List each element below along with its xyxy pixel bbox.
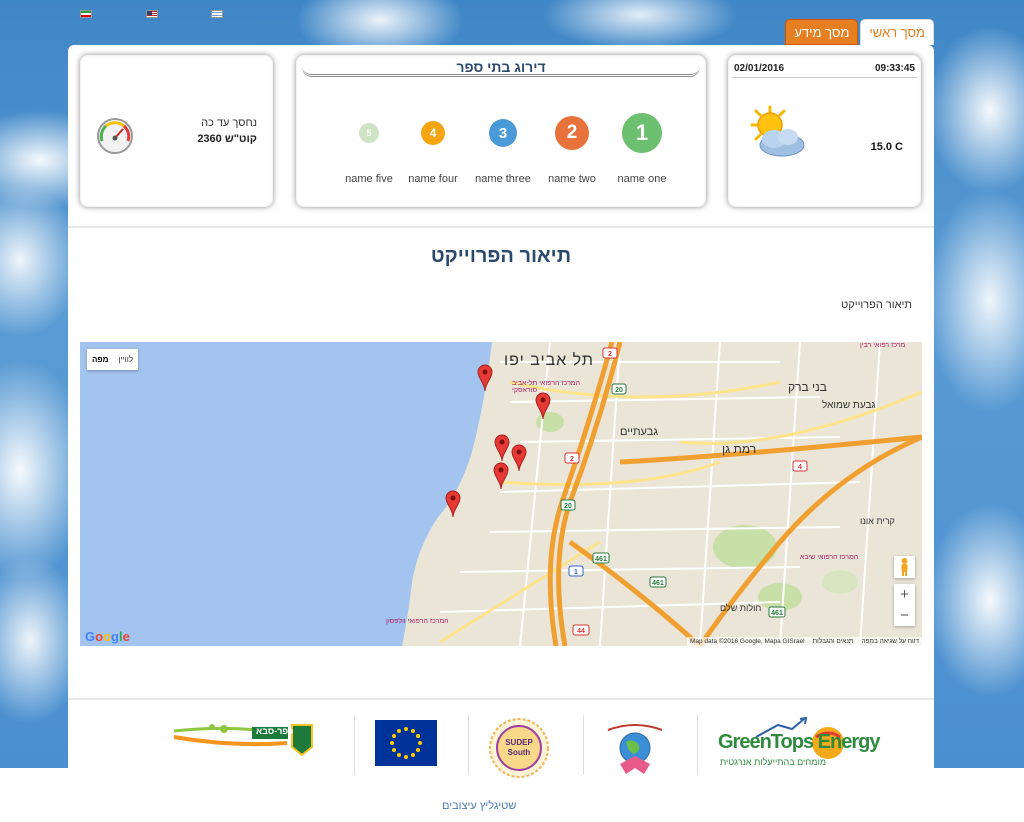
school-marker[interactable] xyxy=(477,364,493,392)
logo-separator xyxy=(583,715,584,775)
savings-value: 2360 קוט"ש xyxy=(197,133,257,145)
rank-badge: 3 xyxy=(489,119,517,147)
flag-iran-icon[interactable] xyxy=(80,10,92,18)
svg-text:461: 461 xyxy=(771,610,783,617)
map-type-map-button[interactable]: מפה xyxy=(87,349,113,370)
divider xyxy=(68,698,934,700)
weather-date: 02/01/2016 xyxy=(734,63,785,74)
eu-flag-logo xyxy=(375,720,437,766)
map-terms-link[interactable]: תנאים והגבלות xyxy=(813,638,854,645)
kfar-saba-logo: כפר-סבא xyxy=(172,717,314,761)
logo-separator xyxy=(697,715,698,775)
ranking-item: 3 name three xyxy=(463,113,543,185)
tab-info-screen[interactable]: מסך מידע xyxy=(785,19,859,45)
screen-tabs: מסך מידע מסך ראשי xyxy=(785,19,934,45)
school-marker[interactable] xyxy=(511,444,527,472)
school-marker[interactable] xyxy=(535,392,551,420)
sudep-south-logo: SUDEP South xyxy=(488,718,550,778)
map-label-sheba: המרכז הרפואי שיבא xyxy=(800,554,859,561)
svg-text:20: 20 xyxy=(564,503,572,510)
logo-separator xyxy=(468,715,469,775)
ranking-item: 1 name one xyxy=(602,113,682,185)
svg-text:2: 2 xyxy=(608,351,612,358)
weather-panel: 02/01/2016 09:33:45 15.0 C xyxy=(728,55,921,207)
rank-badge: 5 xyxy=(359,123,379,143)
google-logo: Google xyxy=(85,629,130,644)
svg-text:2: 2 xyxy=(570,456,574,463)
svg-text:4: 4 xyxy=(798,464,802,471)
rank-badge: 2 xyxy=(555,116,589,150)
designer-credit-link[interactable]: שטיגליץ עיצובים xyxy=(442,800,516,812)
school-marker[interactable] xyxy=(493,462,509,490)
school-name: name two xyxy=(548,173,596,185)
divider xyxy=(732,77,917,78)
map-label-givat-shmuel: גבעת שמואל xyxy=(822,400,876,411)
greentops-logo: GreenTops Energy מומחים בהתייעלות אנרגטי… xyxy=(716,717,880,773)
divider xyxy=(68,226,934,228)
map-label-tel-aviv: תל אביב יפו xyxy=(504,352,594,369)
eu-flag-icon xyxy=(390,727,422,759)
school-ranking-panel: דירוג בתי ספר 1 name one 2 name two 3 na… xyxy=(296,55,706,207)
ranking-title: דירוג בתי ספר xyxy=(302,59,700,77)
savings-label: נחסך עד כה xyxy=(201,117,257,129)
sudep-text: SUDEP South xyxy=(505,738,533,757)
greentops-text: GreenTops Energy xyxy=(718,731,880,753)
school-marker[interactable] xyxy=(445,490,461,518)
gauge-icon xyxy=(97,118,133,154)
partly-cloudy-sun-icon xyxy=(750,105,805,157)
map-label-ichilov: המרכז הרפואי תל-אביב סוראסקי xyxy=(512,380,581,394)
flag-usa-icon[interactable] xyxy=(146,10,158,18)
map-type-control: מפה לוויין xyxy=(87,349,139,370)
map-label-givatayim: גבעתיים xyxy=(620,426,658,438)
weather-temperature: 15.0 C xyxy=(870,141,903,153)
map-data-credit: Map data ©2016 Google, Mapa GISrael xyxy=(689,638,805,645)
map-label-holon: חולות שלם xyxy=(720,603,762,613)
map-report-error-link[interactable]: דווח על שגיאה במפה xyxy=(861,638,919,645)
ranking-item: 2 name two xyxy=(532,113,612,185)
school-name: name one xyxy=(617,173,667,185)
svg-text:20: 20 xyxy=(615,387,623,394)
map-label-ramat-gan: רמת גן xyxy=(722,442,757,456)
map-label-bnei-brak: בני ברק xyxy=(788,380,827,394)
greentops-subtext: מומחים בהתייעלות אנרגטית xyxy=(720,757,827,767)
zoom-control: + − xyxy=(894,584,915,626)
map-label-rabin: מרכז רפואי רבין xyxy=(860,342,906,349)
kfar-saba-emblem-icon xyxy=(173,724,313,757)
svg-text:44: 44 xyxy=(577,628,585,635)
weather-time: 09:33:45 xyxy=(874,63,915,74)
street-view-pegman-icon[interactable] xyxy=(894,556,915,578)
rank-badge: 1 xyxy=(622,113,662,153)
school-name: name three xyxy=(475,173,531,185)
map-attribution: Map data ©2016 Google, Mapa GISrael תנאי… xyxy=(686,637,922,646)
main-container: 02/01/2016 09:33:45 15.0 C דירוג בתי ספר… xyxy=(68,45,934,778)
globe-ribbon-logo xyxy=(604,720,666,778)
map-type-satellite-button[interactable]: לוויין xyxy=(113,349,138,370)
school-marker[interactable] xyxy=(494,434,510,462)
partner-logos: כפר-סבא SUDEP South GreenTops Energy מומ… xyxy=(68,715,934,778)
tab-main-screen[interactable]: מסך ראשי xyxy=(860,19,934,45)
schools-map[interactable]: 2 20 2 20 4 461 1 461 44 461 תל אביב יפו… xyxy=(80,342,922,646)
svg-text:461: 461 xyxy=(652,580,664,587)
kfar-saba-text: כפר-סבא xyxy=(256,726,294,736)
school-name: name five xyxy=(345,173,393,185)
logo-separator xyxy=(354,715,355,775)
svg-text:461: 461 xyxy=(595,556,607,563)
rank-badge: 4 xyxy=(421,121,445,145)
svg-text:1: 1 xyxy=(574,569,578,576)
zoom-out-button[interactable]: − xyxy=(894,605,915,626)
zoom-in-button[interactable]: + xyxy=(894,584,915,605)
map-label-kiryat-ono: קרית אונו xyxy=(860,516,895,526)
energy-savings-panel: נחסך עד כה 2360 קוט"ש xyxy=(80,55,273,207)
project-title: תיאור הפרוייקט xyxy=(430,245,572,267)
globe-ribbon-icon xyxy=(607,724,663,774)
flag-israel-icon[interactable] xyxy=(211,10,223,18)
ranking-item: 5 name five xyxy=(329,113,409,185)
project-description: תיאור הפרוייקט xyxy=(841,299,912,311)
language-selector xyxy=(0,10,260,24)
map-label-wolfson: המרכז הרפואי וולפסון xyxy=(386,618,449,625)
